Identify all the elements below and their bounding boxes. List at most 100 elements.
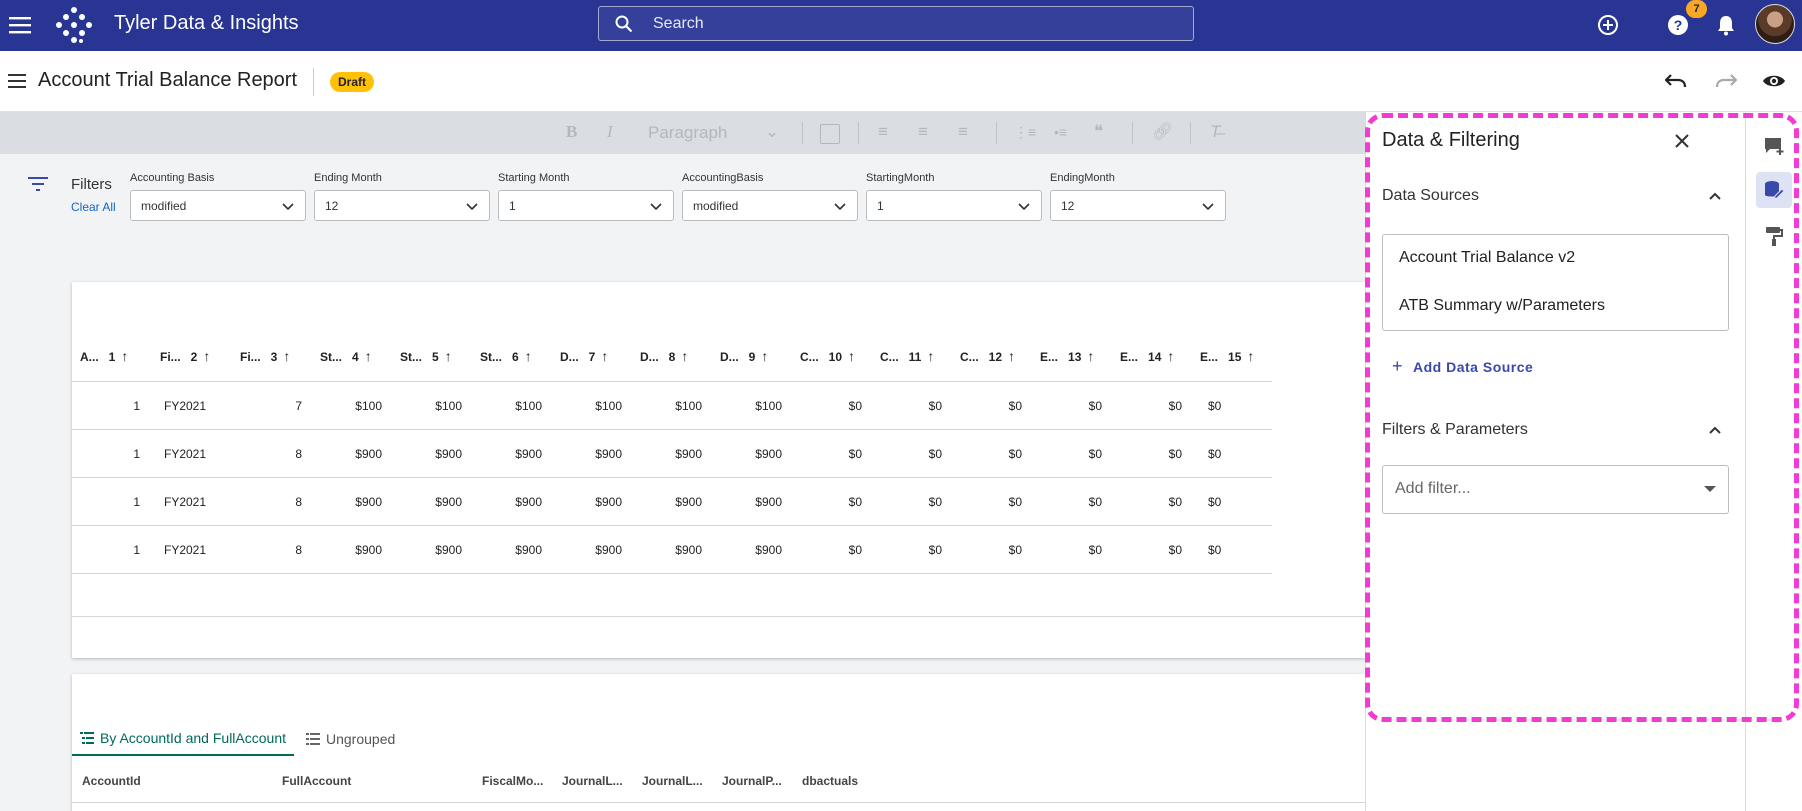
sort-arrow-up-icon[interactable]: ↑ xyxy=(761,348,768,364)
column-header[interactable]: C... 10 ↑ xyxy=(800,348,855,364)
sort-arrow-up-icon[interactable]: ↑ xyxy=(1247,348,1254,364)
sort-arrow-up-icon[interactable]: ↑ xyxy=(445,348,452,364)
app-title[interactable]: Tyler Data & Insights xyxy=(114,12,299,35)
data-sources-title[interactable]: Data Sources xyxy=(1382,187,1479,205)
sort-arrow-up-icon[interactable]: ↑ xyxy=(681,348,688,364)
notifications-bell-icon[interactable] xyxy=(1712,11,1740,39)
column-header[interactable]: Fi... 2 ↑ xyxy=(160,348,210,364)
sort-arrow-up-icon[interactable]: ↑ xyxy=(121,348,128,364)
data-source-item[interactable]: ATB Summary w/Parameters xyxy=(1399,297,1605,315)
blockquote-icon[interactable]: ❝ xyxy=(1094,122,1103,142)
sort-arrow-up-icon[interactable]: ↑ xyxy=(927,348,934,364)
data-source-edit-icon[interactable] xyxy=(1756,172,1792,208)
column-header[interactable]: FiscalMo... xyxy=(482,774,543,788)
column-header[interactable]: St... 6 ↑ xyxy=(480,348,532,364)
filter-value: 1 xyxy=(877,199,884,213)
column-header[interactable]: C... 12 ↑ xyxy=(960,348,1015,364)
numbered-list-icon[interactable]: ⋮≡ xyxy=(1014,124,1036,141)
add-data-source-button[interactable]: + Add Data Source xyxy=(1392,356,1533,377)
format-paint-icon[interactable] xyxy=(1756,218,1792,254)
column-header[interactable]: D... 7 ↑ xyxy=(560,348,608,364)
column-header[interactable]: E... 13 ↑ xyxy=(1040,348,1094,364)
table-cell: $0 xyxy=(1168,495,1182,509)
chevron-up-icon[interactable] xyxy=(1704,419,1726,441)
tab-by-accountid-fullaccount[interactable]: By AccountId and FullAccount xyxy=(72,722,294,756)
column-header[interactable]: AccountId xyxy=(82,774,141,788)
filters-parameters-title[interactable]: Filters & Parameters xyxy=(1382,421,1528,439)
redo-icon[interactable] xyxy=(1712,67,1740,95)
column-number: 3 xyxy=(270,350,278,364)
table-row[interactable]: 1 FY2021 8 $900 $900 $900 $900 $900 $900 $0 $0 $0 $0… xyxy=(72,526,1272,574)
bold-button[interactable]: B xyxy=(566,122,577,142)
clear-format-icon[interactable]: T̶ xyxy=(1210,122,1220,142)
column-header[interactable]: D... 9 ↑ xyxy=(720,348,768,364)
column-header[interactable]: dbactuals xyxy=(802,774,858,788)
sort-arrow-up-icon[interactable]: ↑ xyxy=(525,348,532,364)
filter-select[interactable]: 1 xyxy=(866,190,1042,221)
sort-arrow-up-icon[interactable]: ↑ xyxy=(1008,348,1015,364)
filter-select[interactable]: 12 xyxy=(314,190,490,221)
column-header[interactable]: JournalP... xyxy=(722,774,782,788)
column-header[interactable]: D... 8 ↑ xyxy=(640,348,688,364)
table-cell: $100 xyxy=(435,399,462,413)
user-avatar[interactable] xyxy=(1755,4,1795,44)
column-header[interactable]: E... 14 ↑ xyxy=(1120,348,1174,364)
filter-list-icon[interactable] xyxy=(28,176,48,197)
sort-arrow-up-icon[interactable]: ↑ xyxy=(1167,348,1174,364)
close-icon[interactable] xyxy=(1666,125,1698,157)
link-icon[interactable]: 🔗︎ xyxy=(1152,122,1174,142)
report-menu-icon[interactable] xyxy=(4,68,30,94)
table-cell: $0 xyxy=(928,495,942,509)
bulleted-list-icon[interactable]: •≡ xyxy=(1054,124,1067,140)
align-right-icon[interactable]: ≡ xyxy=(958,122,968,142)
tab-ungrouped[interactable]: Ungrouped xyxy=(298,722,403,756)
filter-select[interactable]: 1 xyxy=(498,190,674,221)
column-header[interactable]: JournalL... xyxy=(562,774,623,788)
data-source-item[interactable]: Account Trial Balance v2 xyxy=(1399,249,1575,267)
sort-arrow-up-icon[interactable]: ↑ xyxy=(203,348,210,364)
filter-select[interactable]: modified xyxy=(130,190,306,221)
column-header[interactable]: JournalL... xyxy=(642,774,703,788)
undo-icon[interactable] xyxy=(1662,67,1690,95)
preview-eye-icon[interactable] xyxy=(1760,67,1788,95)
sort-arrow-up-icon[interactable]: ↑ xyxy=(848,348,855,364)
add-comment-icon[interactable] xyxy=(1756,128,1792,164)
table-row[interactable]: 1 FY2021 8 $900 $900 $900 $900 $900 $900 $0 $0 $0 $0… xyxy=(72,478,1272,526)
table-cell: $0 xyxy=(1208,399,1222,413)
column-header[interactable]: FullAccount xyxy=(282,774,351,788)
column-number: 10 xyxy=(828,350,843,364)
table-row[interactable]: 1 FY2021 8 $900 $900 $900 $900 $900 $900 $0 $0 $0 $0… xyxy=(72,430,1272,478)
sort-arrow-up-icon[interactable]: ↑ xyxy=(601,348,608,364)
align-left-icon[interactable]: ≡ xyxy=(878,122,888,142)
align-center-icon[interactable]: ≡ xyxy=(918,122,928,142)
add-filter-select[interactable]: Add filter... xyxy=(1382,465,1729,514)
filter-bar: Filters Clear All Accounting Basis modif… xyxy=(0,154,1365,264)
column-number: 6 xyxy=(512,350,519,364)
italic-button[interactable]: I xyxy=(607,122,613,142)
column-header[interactable]: C... 11 ↑ xyxy=(880,348,934,364)
filter-select[interactable]: modified xyxy=(682,190,858,221)
chevron-up-icon[interactable] xyxy=(1704,185,1726,207)
column-header[interactable]: E... 15 ↑ xyxy=(1200,348,1254,364)
tyler-logo-icon[interactable] xyxy=(55,5,93,45)
column-header[interactable]: St... 4 ↑ xyxy=(320,348,372,364)
add-circle-icon[interactable] xyxy=(1594,11,1622,39)
table-cell: $900 xyxy=(755,543,782,557)
color-swatch-button[interactable] xyxy=(820,124,840,144)
table-row[interactable]: 1 FY2021 7 $100 $100 $100 $100 $100 $100 $0 $0 $0 $0… xyxy=(72,382,1272,430)
table-cell: FY2021 xyxy=(164,399,207,413)
column-header[interactable]: St... 5 ↑ xyxy=(400,348,452,364)
menu-icon[interactable] xyxy=(6,11,34,39)
column-header[interactable]: Fi... 3 ↑ xyxy=(240,348,290,364)
sort-arrow-up-icon[interactable]: ↑ xyxy=(1087,348,1094,364)
column-header[interactable]: A... 1 ↑ xyxy=(80,348,128,364)
global-search[interactable] xyxy=(598,6,1194,41)
grouped-table-card: By AccountId and FullAccount Ungrouped A… xyxy=(72,674,1365,811)
search-input[interactable] xyxy=(653,7,1173,40)
sort-arrow-up-icon[interactable]: ↑ xyxy=(365,348,372,364)
table-cell: $900 xyxy=(355,543,382,557)
paragraph-style-select[interactable]: Paragraph ⌄ xyxy=(648,122,780,143)
filter-select[interactable]: 12 xyxy=(1050,190,1226,221)
clear-all-link[interactable]: Clear All xyxy=(71,200,116,214)
sort-arrow-up-icon[interactable]: ↑ xyxy=(283,348,290,364)
